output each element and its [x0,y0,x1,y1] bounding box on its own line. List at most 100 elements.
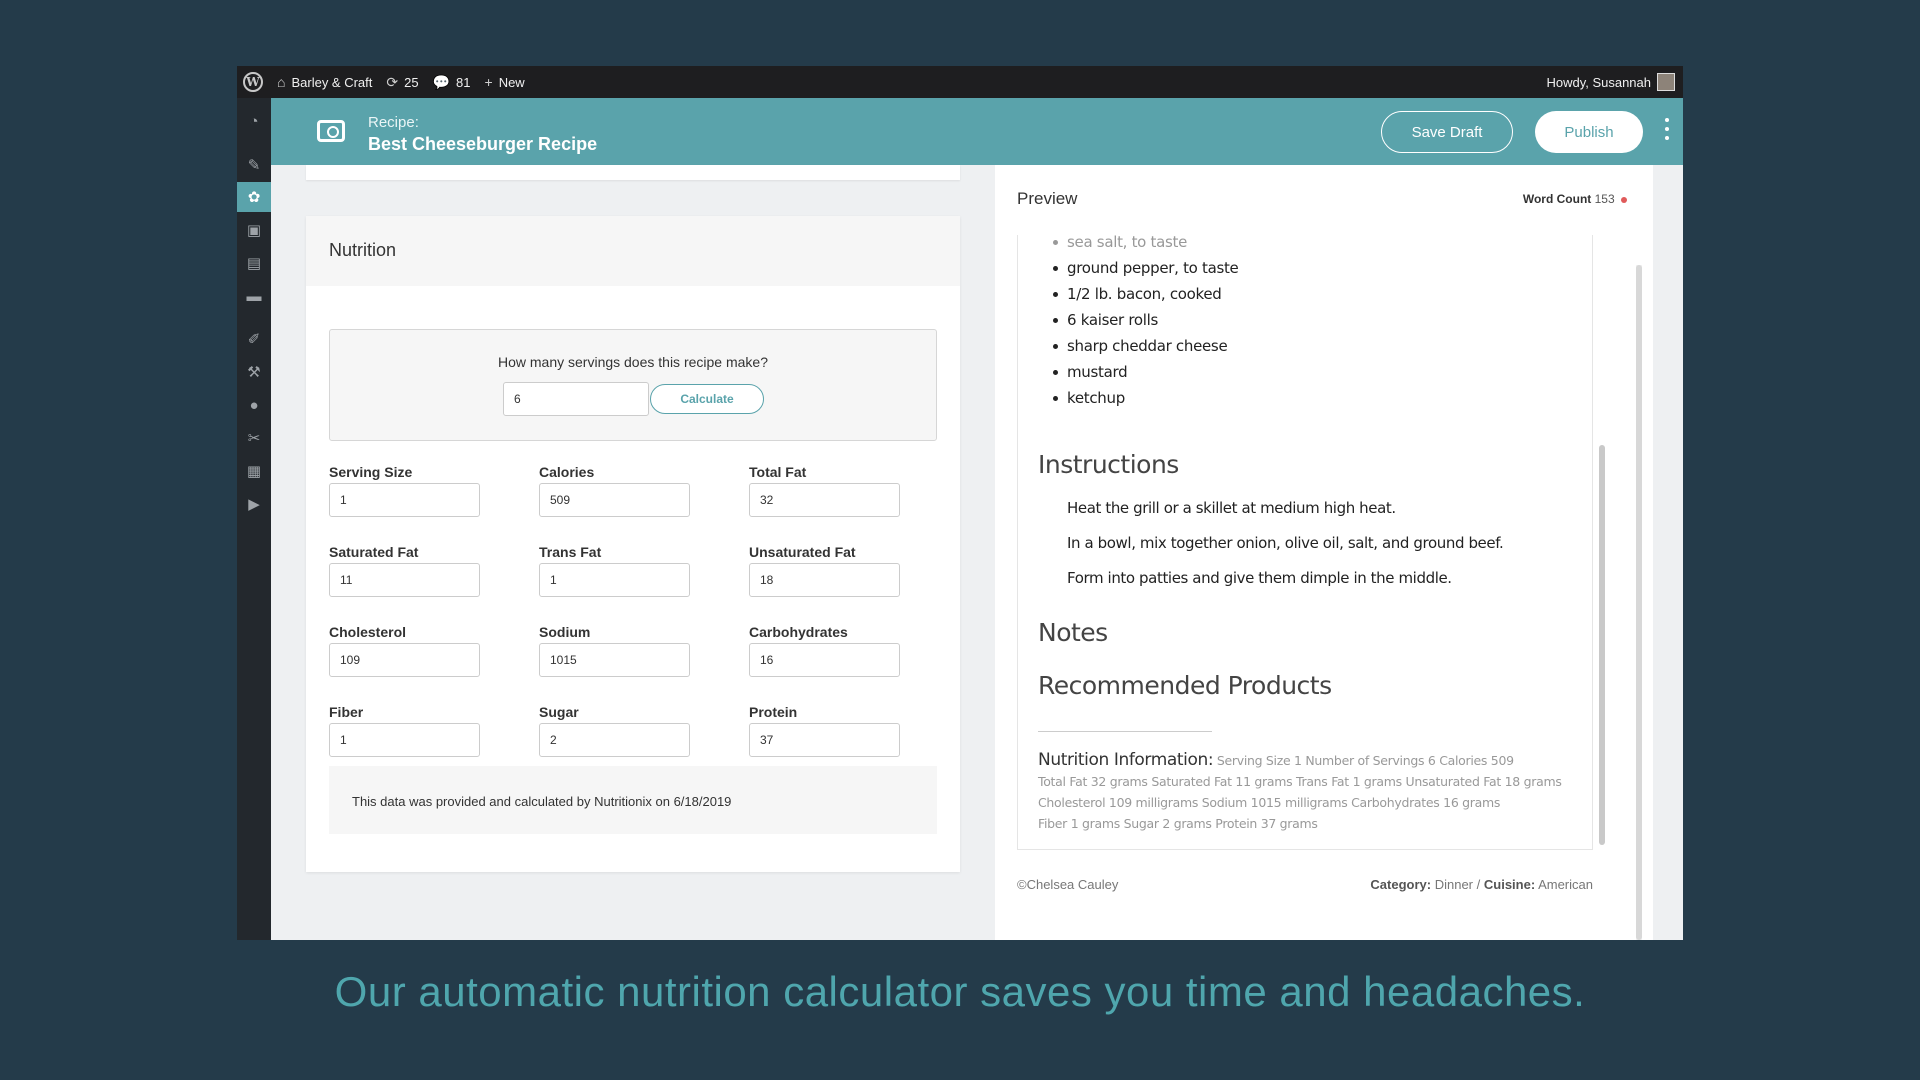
meta-separator: / [1476,877,1481,892]
list-item: 6 kaiser rolls [1053,307,1239,333]
pages-icon[interactable]: ▤ [237,248,271,278]
instruction-step: Heat the grill or a skillet at medium hi… [1067,499,1396,517]
preview-title: Preview [1017,189,1078,208]
word-count: Word Count 153 [1523,192,1627,206]
recipe-card-icon [317,120,345,142]
data-source-note: This data was provided and calculated by… [329,766,937,834]
unsaturated-fat-input[interactable] [749,563,900,597]
appearance-icon[interactable]: ✐ [237,324,271,354]
more-options-icon[interactable] [1664,118,1670,140]
calculate-button[interactable]: Calculate [650,384,764,414]
servings-calculator: How many servings does this recipe make?… [329,329,937,441]
play-icon[interactable]: ▶ [237,489,271,519]
field-label: Serving Size [329,464,413,480]
new-content-link[interactable]: + New [485,74,525,90]
nutrition-info-label: Nutrition Information: [1038,750,1214,770]
scrollbar-thumb[interactable] [1636,265,1642,940]
list-item: ground pepper, to taste [1053,255,1239,281]
fiber-input[interactable] [329,723,480,757]
field-total-fat: Total Fat [749,464,909,517]
sugar-input[interactable] [539,723,690,757]
status-dot-icon [1621,196,1627,203]
comment-icon: 💬 [432,73,451,90]
updates-link[interactable]: ⟳ 25 [386,74,418,91]
field-label: Trans Fat [539,544,602,560]
nutrition-card-header: Nutrition [306,216,960,286]
recipe-meta: Category: Dinner / Cuisine: American [1370,877,1593,892]
pin-icon[interactable]: ✎ [237,150,271,180]
preview-panel: Preview Word Count 153 sea salt, to tast… [995,165,1653,940]
field-trans-fat: Trans Fat [539,544,699,597]
page-title: Best Cheeseburger Recipe [368,134,598,154]
field-sugar: Sugar [539,704,699,757]
field-protein: Protein [749,704,909,757]
greeting: Howdy, Susannah [1546,74,1651,90]
field-label: Unsaturated Fat [749,544,856,560]
copyright: ©Chelsea Cauley [1017,877,1119,892]
field-label: Sodium [539,624,591,640]
site-name: Barley & Craft [291,74,373,90]
preview-scrollbar[interactable] [1636,265,1642,940]
header-label: Recipe: [368,114,419,131]
save-draft-button[interactable]: Save Draft [1381,111,1513,153]
cuisine-value: American [1538,877,1593,892]
recipe-icon[interactable]: ✿ [237,182,271,212]
field-label: Protein [749,704,798,720]
nutrition-info-line: Serving Size 1 Number of Servings 6 Calo… [1216,753,1514,768]
saturated-fat-input[interactable] [329,563,480,597]
avatar [1657,73,1675,91]
field-label: Carbohydrates [749,624,848,640]
publish-button[interactable]: Publish [1535,111,1643,153]
protein-input[interactable] [749,723,900,757]
comments-count: 81 [456,74,471,90]
field-label: Sugar [539,704,579,720]
cholesterol-input[interactable] [329,643,480,677]
tools-icon[interactable]: ✂ [237,423,271,453]
field-unsaturated-fat: Unsaturated Fat [749,544,909,597]
wordpress-menu[interactable]: W [243,72,263,92]
account-menu[interactable]: Howdy, Susannah [1546,73,1675,91]
recipe-header: Recipe: Best Cheeseburger Recipe Save Dr… [271,98,1683,165]
settings-icon[interactable]: ▦ [237,456,271,486]
category-value: Dinner [1434,877,1473,892]
recommended-products-heading: Recommended Products [1038,671,1332,700]
field-fiber: Fiber [329,704,489,757]
sodium-input[interactable] [539,643,690,677]
total-fat-input[interactable] [749,483,900,517]
nutrition-card: Nutrition How many servings does this re… [306,216,960,872]
instruction-step: In a bowl, mix together onion, olive oil… [1067,534,1504,552]
field-cholesterol: Cholesterol [329,624,489,677]
field-serving-size: Serving Size [329,464,489,517]
plugins-icon[interactable]: ⚒ [237,357,271,387]
comments-link[interactable]: 💬 81 [433,74,471,91]
servings-input[interactable] [503,382,649,416]
site-name-link[interactable]: ⌂ Barley & Craft [277,74,372,90]
preview-inner-scrollbar[interactable] [1599,235,1605,845]
previous-card [306,165,960,180]
preview-content: sea salt, to taste ground pepper, to tas… [1017,235,1593,850]
users-icon[interactable]: ● [237,390,271,420]
field-label: Saturated Fat [329,544,419,560]
field-calories: Calories [539,464,699,517]
scrollbar-thumb[interactable] [1599,445,1605,845]
category-label: Category: [1370,877,1432,892]
field-saturated-fat: Saturated Fat [329,544,489,597]
serving-size-input[interactable] [329,483,480,517]
dashboard-icon[interactable]: ◔ [237,106,271,136]
home-icon: ⌂ [277,74,286,90]
field-carbohydrates: Carbohydrates [749,624,909,677]
calories-input[interactable] [539,483,690,517]
field-label: Fiber [329,704,364,720]
admin-bar: W ⌂ Barley & Craft ⟳ 25 💬 81 + New Howdy… [237,66,1683,98]
trans-fat-input[interactable] [539,563,690,597]
list-item: 1/2 lb. bacon, cooked [1053,281,1239,307]
word-count-value: 153 [1594,192,1615,206]
carbohydrates-input[interactable] [749,643,900,677]
media-icon[interactable]: ▣ [237,215,271,245]
wordpress-logo-icon: W [243,72,263,92]
field-label: Total Fat [749,464,807,480]
comments-icon[interactable]: ▬ [237,281,271,311]
admin-sidebar: ◔ ✎ ✿ ▣ ▤ ▬ ✐ ⚒ ● ✂ ▦ ▶ [237,98,271,940]
plus-icon: + [484,74,493,90]
list-item: ketchup [1053,385,1239,411]
